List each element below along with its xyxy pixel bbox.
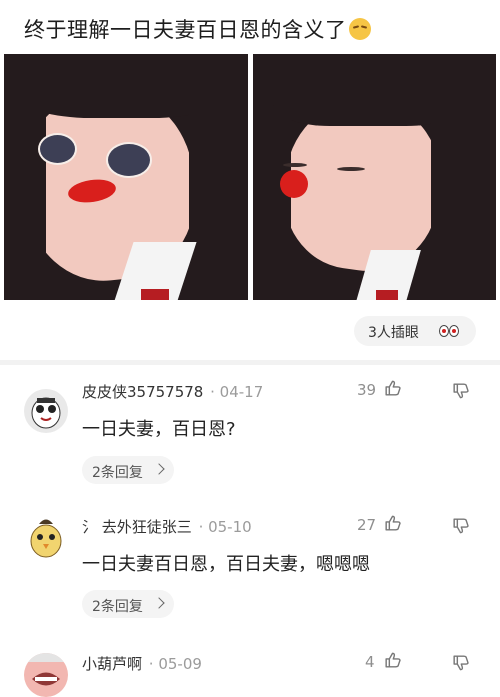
photo-left[interactable] [4, 54, 248, 300]
reply-count-button[interactable]: 2条回复 [82, 590, 174, 618]
comment-username[interactable]: 氵 去外狂徒张三 [82, 518, 192, 536]
thumb-down-icon[interactable] [451, 381, 470, 400]
eye-left-1 [38, 133, 77, 165]
chick-avatar-icon [24, 516, 68, 560]
comment-user-line: 氵 去外狂徒张三 · 05-10 [82, 516, 252, 537]
comment-date: · 05-09 [148, 655, 202, 673]
comment-text: 一日夫妻，百日恩? [82, 419, 236, 440]
embarrassed-face-icon [348, 18, 371, 40]
thumb-down-icon[interactable] [451, 653, 470, 672]
thumb-up-icon[interactable] [383, 514, 402, 533]
comment-date: · 04-17 [210, 383, 264, 401]
thumb-up-icon[interactable] [383, 651, 402, 670]
lips-right [280, 170, 308, 198]
comment-1: 皮皮侠35757578 · 04-17 39 一日夫妻，百日恩? 2条回复 [0, 379, 500, 491]
comment-text: 一日夫妻百日恩，百日夫妻，嗯嗯嗯 [82, 554, 370, 575]
comment-like-count: 27 [357, 516, 377, 534]
reply-count-button[interactable]: 2条回复 [82, 456, 174, 484]
comment-date: · 05-10 [198, 518, 252, 536]
chevron-right-icon [153, 463, 165, 475]
reply-count-label: 2条回复 [92, 599, 143, 615]
comment-user-line: 皮皮侠35757578 · 04-17 [82, 381, 263, 402]
eye-left-2 [106, 142, 152, 178]
comment-like-count: 39 [357, 381, 377, 399]
photo-right[interactable] [253, 54, 496, 300]
avatar[interactable] [24, 516, 68, 560]
avatar[interactable] [24, 389, 68, 433]
penguin-avatar-icon [24, 389, 68, 433]
comment-2: 氵 去外狂徒张三 · 05-10 27 一日夫妻百日恩，百日夫妻，嗯嗯嗯 2条回… [0, 514, 500, 626]
face-avatar-icon [24, 653, 68, 697]
reply-count-label: 2条回复 [92, 465, 143, 481]
thumb-down-icon[interactable] [451, 516, 470, 535]
post-title: 终于理解一日夫妻百日恩的含义了 [24, 14, 371, 44]
chevron-right-icon [153, 597, 165, 609]
section-divider [0, 360, 500, 365]
eyes-icon [439, 325, 459, 337]
thumb-up-icon[interactable] [383, 379, 402, 398]
avatar[interactable] [24, 653, 68, 697]
like-pill-label: 3人插眼 [368, 325, 419, 341]
comment-username[interactable]: 小葫芦啊 [82, 655, 142, 673]
comment-username[interactable]: 皮皮侠35757578 [82, 383, 203, 401]
eye-closed-1 [283, 163, 307, 167]
comment-like-count: 4 [365, 653, 375, 671]
comment-user-line: 小葫芦啊 · 05-09 [82, 653, 202, 674]
like-pill[interactable]: 3人插眼 [354, 316, 476, 346]
comment-3: 小葫芦啊 · 05-09 4 [0, 651, 500, 697]
post-title-text: 终于理解一日夫妻百日恩的含义了 [24, 18, 347, 42]
eye-closed-2 [337, 167, 365, 171]
